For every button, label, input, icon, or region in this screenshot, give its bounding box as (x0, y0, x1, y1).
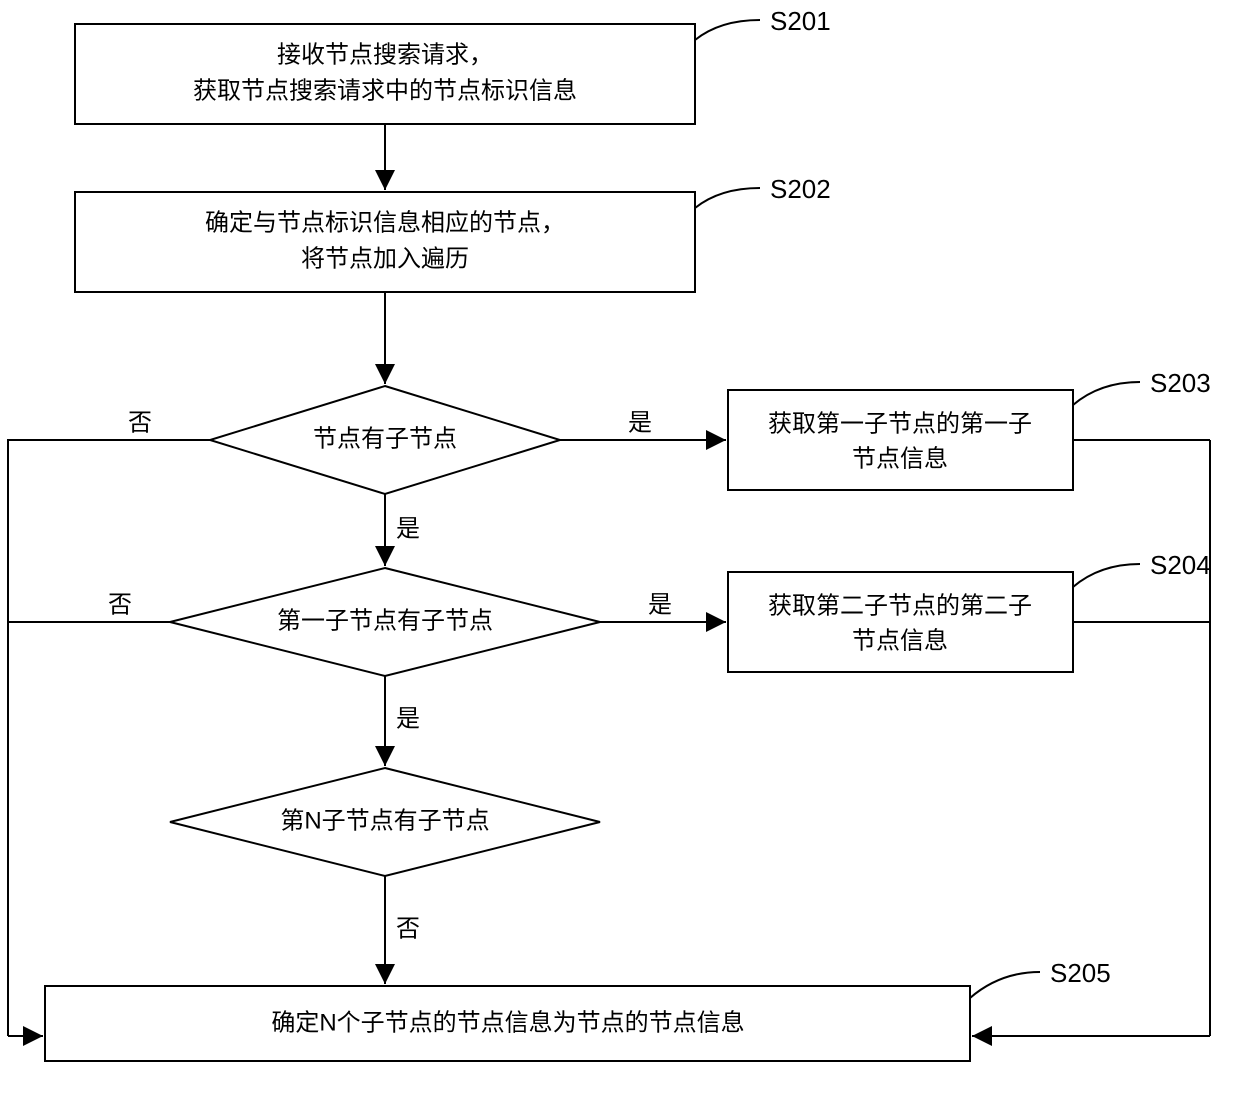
d1-no-label: 否 (128, 409, 152, 436)
decision-d3-text: 第N子节点有子节点 (280, 807, 489, 834)
callout-s201 (695, 20, 760, 40)
d2-bottom-label: 是 (396, 705, 420, 732)
flowchart-canvas: 接收节点搜索请求， 获取节点搜索请求中的节点标识信息 S201 确定与节点标识信… (0, 0, 1240, 1114)
d3-bottom-label: 否 (396, 915, 420, 942)
step-s201-line1: 接收节点搜索请求， (277, 41, 493, 68)
step-s203-line1: 获取第一子节点的第一子 (768, 410, 1032, 437)
step-s201-box (75, 24, 695, 124)
d1-yes-label: 是 (628, 409, 652, 436)
step-s204-label: S204 (1150, 550, 1211, 580)
step-s202-label: S202 (770, 174, 831, 204)
arrow-d1-no (8, 440, 210, 1036)
step-s202-line1: 确定与节点标识信息相应的节点， (205, 209, 565, 236)
step-s201-label: S201 (770, 6, 831, 36)
step-s204-line1: 获取第二子节点的第二子 (768, 592, 1032, 619)
callout-s205 (970, 972, 1040, 998)
step-s201-line2: 获取节点搜索请求中的节点标识信息 (193, 77, 577, 104)
step-s202-box (75, 192, 695, 292)
step-s203-box (728, 390, 1073, 490)
d2-no-label: 否 (108, 591, 132, 618)
d1-bottom-label: 是 (396, 515, 420, 542)
decision-d2-text: 第一子节点有子节点 (277, 607, 493, 634)
step-s203-label: S203 (1150, 368, 1211, 398)
step-s205-text: 确定N个子节点的节点信息为节点的节点信息 (271, 1009, 744, 1036)
step-s202-line2: 将节点加入遍历 (301, 245, 469, 272)
step-s204-box (728, 572, 1073, 672)
callout-s203 (1073, 382, 1140, 405)
callout-s204 (1073, 564, 1140, 587)
step-s203-line2: 节点信息 (852, 445, 948, 472)
d2-yes-label: 是 (648, 591, 672, 618)
step-s204-line2: 节点信息 (852, 627, 948, 654)
step-s205-label: S205 (1050, 958, 1111, 988)
decision-d1-text: 节点有子节点 (313, 425, 457, 452)
callout-s202 (695, 188, 760, 208)
